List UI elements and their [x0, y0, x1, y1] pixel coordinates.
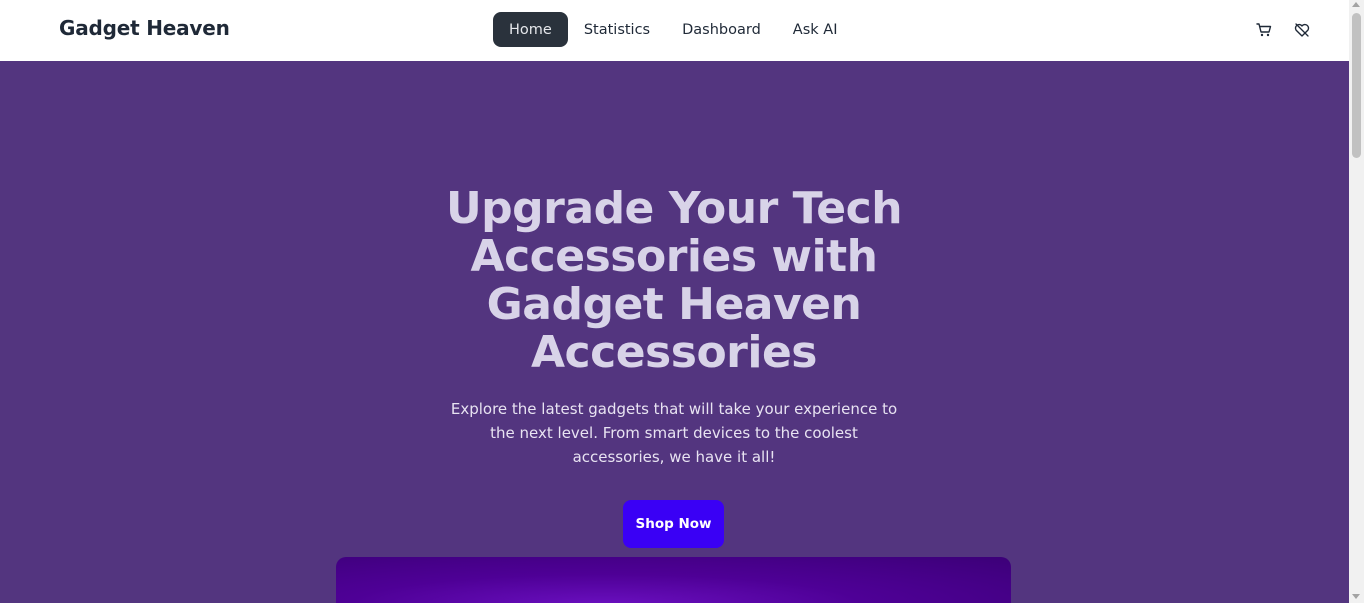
shop-now-button[interactable]: Shop Now	[623, 500, 724, 548]
vertical-scrollbar[interactable]	[1349, 0, 1364, 603]
navbar: Gadget Heaven Home Statistics Dashboard …	[0, 0, 1349, 61]
cart-icon[interactable]	[1254, 20, 1274, 40]
nav-item-home[interactable]: Home	[493, 12, 568, 47]
nav-links: Home Statistics Dashboard Ask AI	[493, 12, 853, 47]
scroll-up-icon[interactable]	[1352, 2, 1360, 7]
scroll-thumb[interactable]	[1352, 13, 1361, 158]
hero-subtitle: Explore the latest gadgets that will tak…	[450, 400, 898, 466]
hero-banner	[336, 557, 1011, 603]
brand-logo[interactable]: Gadget Heaven	[59, 16, 230, 40]
nav-item-ask-ai[interactable]: Ask AI	[777, 12, 854, 47]
nav-item-statistics[interactable]: Statistics	[568, 12, 666, 47]
heart-icon[interactable]	[1292, 20, 1312, 40]
hero-section: Upgrade Your Tech Accessories with Gadge…	[0, 61, 1349, 603]
nav-icons	[1254, 20, 1312, 40]
hero-title: Upgrade Your Tech Accessories with Gadge…	[445, 183, 903, 378]
nav-item-dashboard[interactable]: Dashboard	[666, 12, 777, 47]
scroll-down-icon[interactable]	[1352, 594, 1360, 599]
